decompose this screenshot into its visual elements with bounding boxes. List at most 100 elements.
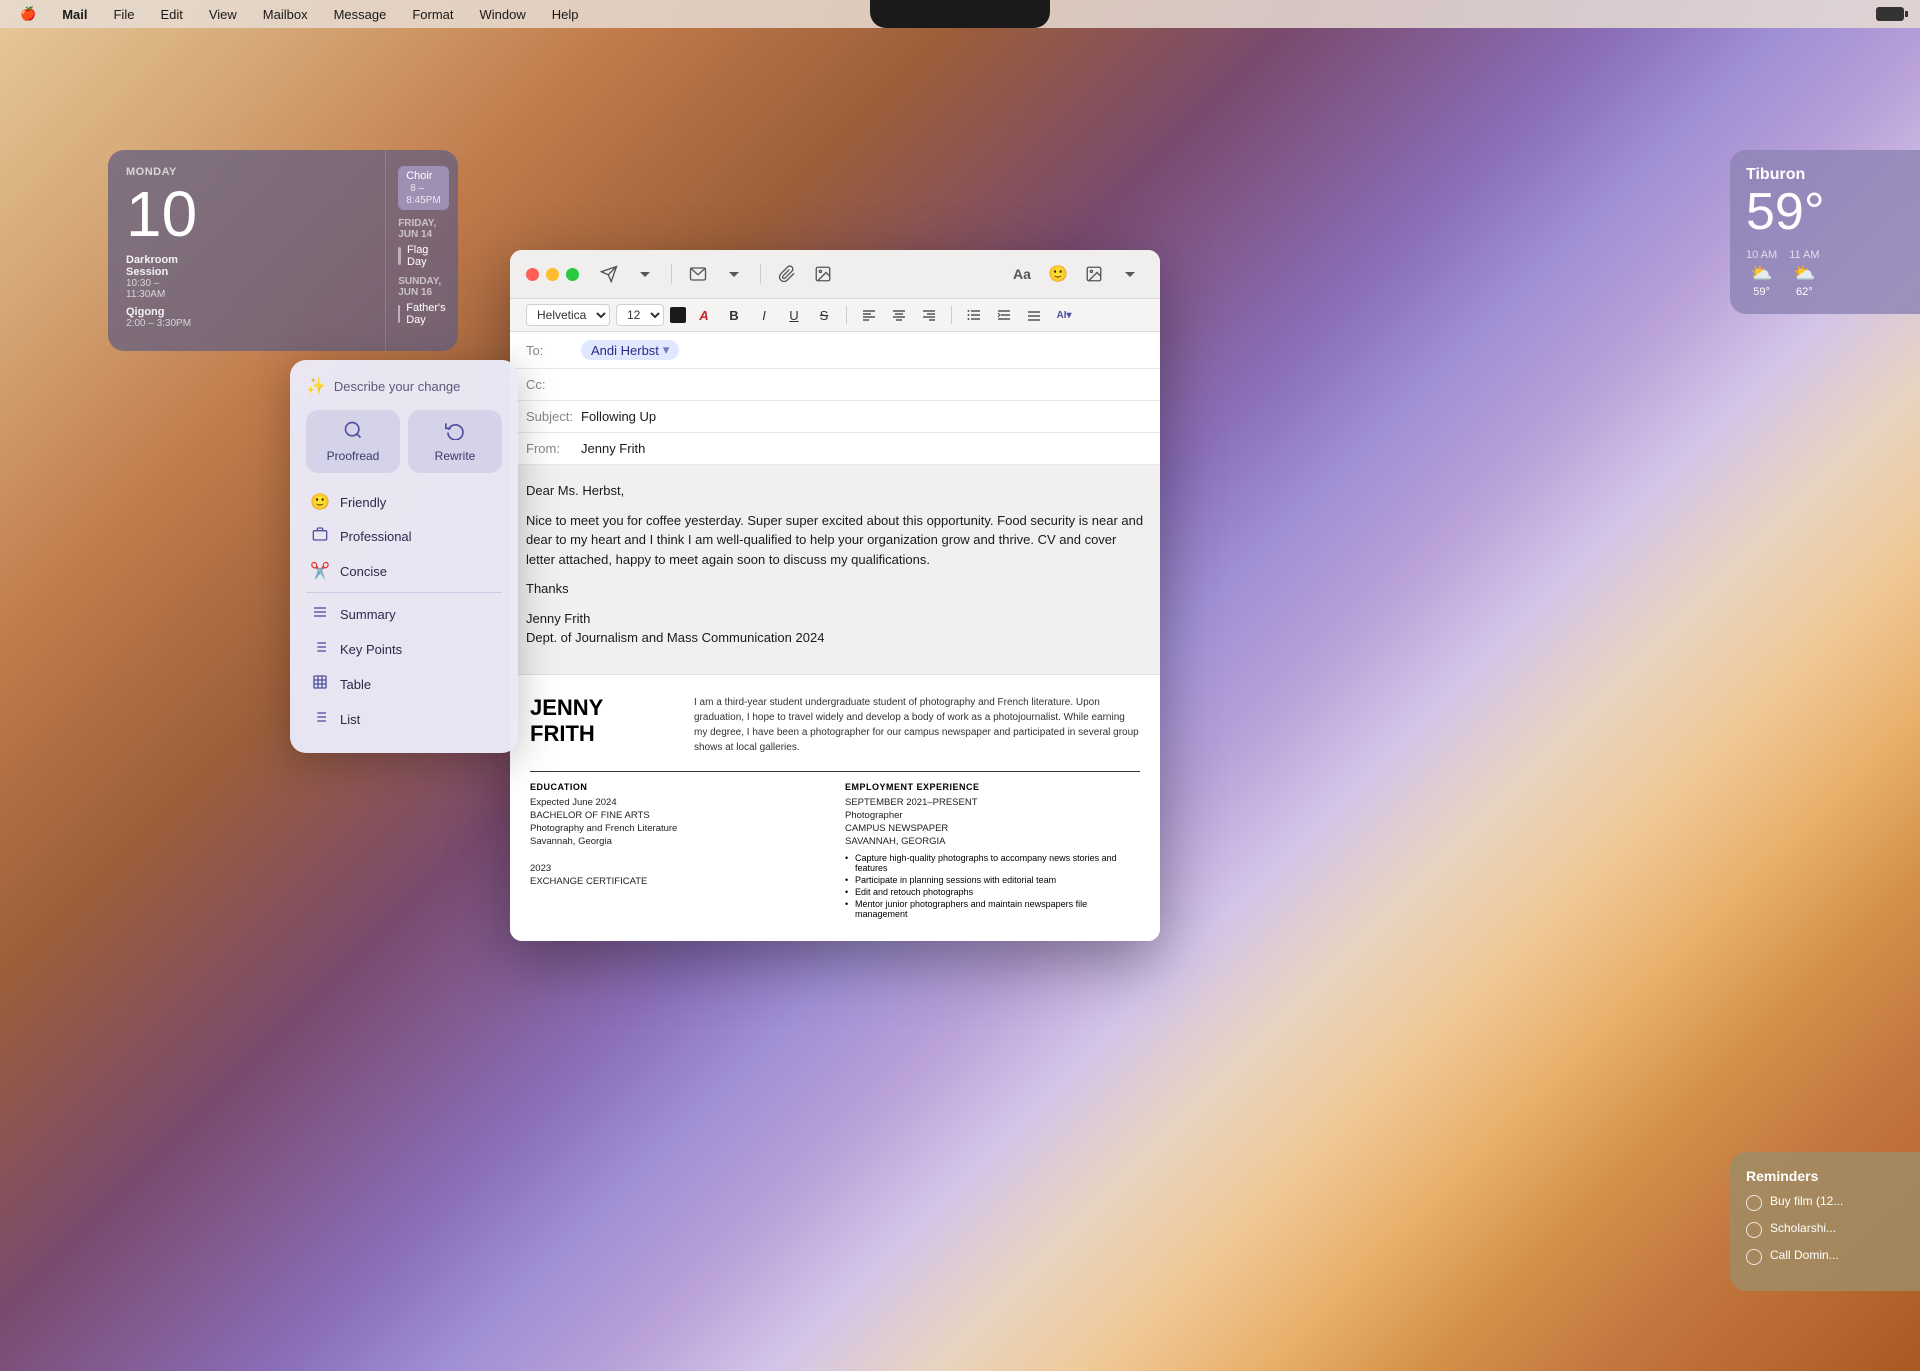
writing-tools-title: Describe your change [334,379,460,394]
cv-divider [530,771,1140,772]
cv-bullet-3: Mentor junior photographers and maintain… [845,899,1140,919]
cv-education-col: EDUCATION Expected June 2024 BACHELOR OF… [530,782,825,921]
cc-field[interactable]: Cc: [510,369,1160,401]
from-value: Jenny Frith [581,441,645,456]
reminder-item-0: Buy film (12... [1746,1194,1904,1211]
reminder-item-2: Call Domin... [1746,1248,1904,1265]
recipients-icon[interactable] [684,260,712,288]
concise-label: Concise [340,564,387,579]
calendar-date: 10 [126,182,197,246]
proofread-icon [343,420,363,445]
weather-widget: Tiburon 59° 10 AM ⛅ 59° 11 AM ⛅ 62° [1730,150,1920,314]
recipient-tag[interactable]: Andi Herbst ▾ [581,340,679,360]
reminders-title: Reminders [1746,1168,1904,1184]
mail-body[interactable]: Dear Ms. Herbst, Nice to meet you for co… [510,465,1160,674]
reminder-item-1: Scholarshi... [1746,1221,1904,1238]
table-icon [310,674,330,695]
toolbar-separator-1 [671,264,672,284]
more-format-button[interactable] [1022,303,1046,327]
format-separator [846,306,847,324]
summary-menu-item[interactable]: Summary [306,597,502,632]
apple-menu[interactable]: 🍎 [16,4,40,24]
close-button[interactable] [526,268,539,281]
cv-bio: I am a third-year student undergraduate … [694,695,1140,755]
from-field[interactable]: From: Jenny Frith [510,433,1160,465]
reminder-circle-1 [1746,1222,1762,1238]
traffic-lights [526,268,579,281]
cv-education-content: Expected June 2024 BACHELOR OF FINE ARTS… [530,796,825,889]
font-icon[interactable]: Aa [1008,260,1036,288]
body-signature: Jenny FrithDept. of Journalism and Mass … [526,609,1144,648]
bold-button[interactable]: B [722,303,746,327]
toolbar-separator-2 [760,264,761,284]
menu-divider [306,592,502,593]
battery-icon [1876,7,1904,21]
align-center-button[interactable] [887,303,911,327]
cv-bullet-1: Participate in planning sessions with ed… [845,875,1140,885]
menu-view[interactable]: View [205,5,241,24]
recipients-dropdown-icon[interactable] [720,260,748,288]
align-right-button[interactable] [917,303,941,327]
menu-mail[interactable]: Mail [58,5,91,24]
friendly-menu-item[interactable]: 🙂 Friendly [306,485,502,519]
menu-format[interactable]: Format [408,5,457,24]
send-dropdown-icon[interactable] [631,260,659,288]
concise-menu-item[interactable]: ✂️ Concise [306,554,502,588]
photo-picker-icon[interactable] [1080,260,1108,288]
font-select[interactable]: Helvetica [526,304,610,326]
list-menu-item[interactable]: List [306,702,502,737]
key-points-label: Key Points [340,642,402,657]
minimize-button[interactable] [546,268,559,281]
strikethrough-button[interactable]: S [812,303,836,327]
rewrite-button[interactable]: Rewrite [408,410,502,473]
professional-menu-item[interactable]: Professional [306,519,502,554]
subject-field[interactable]: Subject: Following Up [510,401,1160,433]
writing-tools-header: ✨ Describe your change [306,376,502,396]
attachment-icon[interactable] [773,260,801,288]
align-left-button[interactable] [857,303,881,327]
table-menu-item[interactable]: Table [306,667,502,702]
emoji-icon[interactable]: 🙂 [1044,260,1072,288]
ai-button[interactable]: AI▾ [1052,303,1076,327]
calendar-day-label: MONDAY [126,166,197,178]
calendar-event-flag-day: Flag Day [398,244,448,268]
list-button[interactable] [962,303,986,327]
writing-tools-main-actions: Proofread Rewrite [306,410,502,473]
menu-file[interactable]: File [109,5,138,24]
photo-picker-dropdown[interactable] [1116,260,1144,288]
mail-fields: To: Andi Herbst ▾ Cc: Subject: Following… [510,332,1160,465]
maximize-button[interactable] [566,268,579,281]
calendar-event-qigong: Qigong 2:00 – 3:30PM [126,306,197,329]
underline-button[interactable]: U [782,303,806,327]
calendar-event-darkroom: Darkroom Session 10:30 – 11:30AM [126,254,197,300]
key-points-menu-item[interactable]: Key Points [306,632,502,667]
cv-employment-content: SEPTEMBER 2021–PRESENT Photographer CAMP… [845,796,1140,849]
reminder-circle-2 [1746,1249,1762,1265]
menu-message[interactable]: Message [330,5,391,24]
to-field[interactable]: To: Andi Herbst ▾ [510,332,1160,369]
proofread-button[interactable]: Proofread [306,410,400,473]
italic-button[interactable]: I [752,303,776,327]
menu-bar-right [1876,7,1904,21]
calendar-section-sun: SUNDAY, JUN 16 [398,276,448,298]
highlight-button[interactable]: A [692,303,716,327]
format-bar: Helvetica 12 A B I U S [510,299,1160,332]
rewrite-label: Rewrite [435,449,476,463]
friendly-label: Friendly [340,495,386,510]
menu-help[interactable]: Help [548,5,583,24]
list-label: List [340,712,360,727]
summary-label: Summary [340,607,396,622]
concise-icon: ✂️ [310,561,330,581]
friendly-icon: 🙂 [310,492,330,512]
font-size-select[interactable]: 12 [616,304,664,326]
photo-icon[interactable] [809,260,837,288]
font-color-swatch[interactable] [670,307,686,323]
menu-edit[interactable]: Edit [156,5,186,24]
menu-window[interactable]: Window [476,5,530,24]
menu-mailbox[interactable]: Mailbox [259,5,312,24]
indent-button[interactable] [992,303,1016,327]
calendar-widget: MONDAY 10 Darkroom Session 10:30 – 11:30… [108,150,458,351]
send-icon[interactable] [595,260,623,288]
sparkle-icon: ✨ [306,376,326,396]
professional-label: Professional [340,529,412,544]
